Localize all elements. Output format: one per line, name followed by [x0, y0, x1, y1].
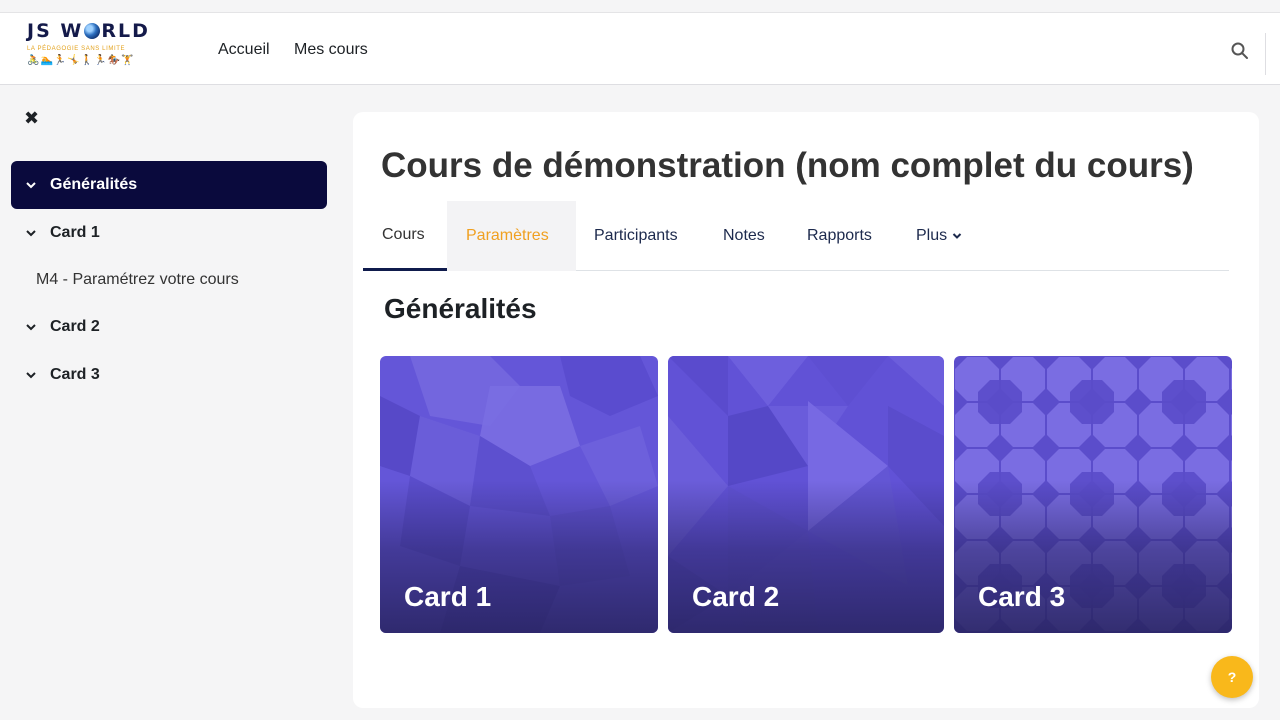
help-button[interactable]: ? — [1211, 656, 1253, 698]
course-secondary-nav: Cours Paramètres Participants Notes Rapp… — [363, 201, 1229, 271]
course-main-panel: Cours de démonstration (nom complet du c… — [353, 112, 1259, 708]
tab-plus[interactable]: Plus — [916, 201, 962, 271]
chevron-down-icon[interactable] — [25, 179, 37, 191]
card-title: Card 3 — [978, 581, 1066, 612]
logo-title-left: JS W — [27, 20, 84, 42]
nav-my-courses-link[interactable]: Mes cours — [294, 41, 368, 59]
drawer-item-label: Card 2 — [50, 318, 100, 335]
course-index-drawer: ✖ Généralités Card 1 M4 - Paramétrez vot… — [0, 86, 340, 720]
tab-plus-label: Plus — [916, 227, 948, 244]
chevron-down-icon[interactable] — [25, 369, 37, 381]
drawer-item-card-2[interactable]: Card 2 — [11, 303, 327, 351]
drawer-item-card-1[interactable]: Card 1 — [11, 209, 327, 257]
page-title: Cours de démonstration (nom complet du c… — [381, 146, 1194, 185]
logo-title-right: RLD — [101, 20, 150, 42]
chevron-down-icon — [952, 233, 962, 239]
chevron-down-icon[interactable] — [25, 227, 37, 239]
logo-subtitle: LA PÉDAGOGIE SANS LIMITE — [27, 46, 126, 52]
drawer-item-label: Généralités — [50, 176, 138, 193]
section-title: Généralités — [384, 293, 537, 324]
logo-sport-figures: 🚴🏊🏃🤸🚶🏃🏇🏋 — [27, 55, 135, 66]
top-navbar: JS W RLD LA PÉDAGOGIE SANS LIMITE 🚴🏊🏃🤸🚶🏃… — [0, 12, 1280, 85]
site-logo[interactable]: JS W RLD LA PÉDAGOGIE SANS LIMITE 🚴🏊🏃🤸🚶🏃… — [27, 21, 167, 79]
chevron-down-icon[interactable] — [25, 321, 37, 333]
drawer-item-label: Card 3 — [50, 366, 100, 383]
close-drawer-icon[interactable]: ✖ — [24, 109, 40, 127]
drawer-item-generalites[interactable]: Généralités — [11, 161, 327, 209]
drawer-item-card-3[interactable]: Card 3 — [11, 351, 327, 399]
tab-participants[interactable]: Participants — [594, 201, 678, 271]
search-icon[interactable] — [1230, 41, 1250, 61]
drawer-item-label: Card 1 — [50, 224, 100, 241]
tab-notes[interactable]: Notes — [723, 201, 765, 271]
course-card[interactable]: Card 2 — [668, 356, 944, 633]
tab-cours[interactable]: Cours — [363, 201, 447, 271]
tab-parametres[interactable]: Paramètres — [447, 201, 576, 271]
globe-icon — [84, 23, 101, 39]
logo-title: JS W RLD — [27, 21, 167, 41]
drawer-activity-link[interactable]: M4 - Paramétrez votre cours — [36, 271, 239, 289]
course-card[interactable]: Card 3 — [954, 356, 1232, 633]
tab-rapports[interactable]: Rapports — [807, 201, 872, 271]
nav-home-link[interactable]: Accueil — [218, 41, 270, 59]
card-title: Card 1 — [404, 581, 492, 612]
navbar-divider — [1265, 33, 1266, 75]
course-card[interactable]: Card 1 — [380, 356, 658, 633]
card-title: Card 2 — [692, 581, 780, 612]
